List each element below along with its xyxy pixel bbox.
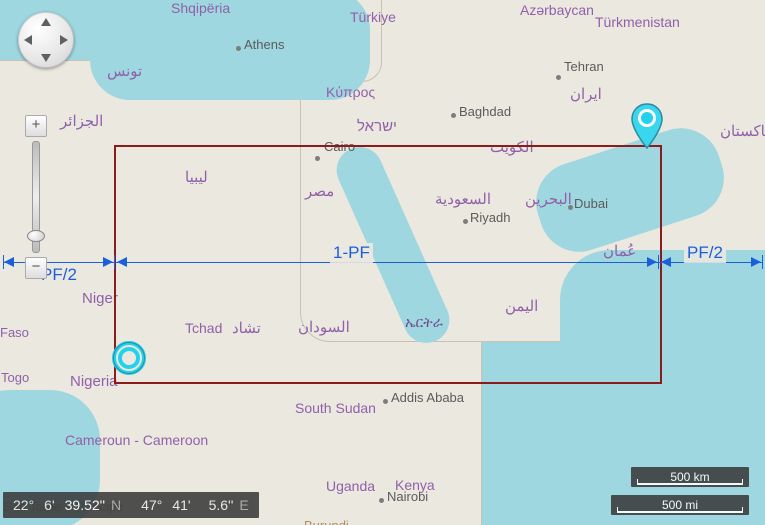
arrow-right-seg1 bbox=[103, 257, 113, 267]
arrow-left-seg3 bbox=[661, 257, 671, 267]
arrow-right-seg2 bbox=[647, 257, 657, 267]
lon-deg: 47° bbox=[141, 497, 162, 513]
pan-east-icon[interactable] bbox=[60, 35, 68, 45]
zoom-track[interactable] bbox=[32, 141, 40, 253]
lat-hemi: N bbox=[111, 497, 121, 513]
padding-bbox bbox=[114, 145, 662, 384]
zoom-in-button[interactable]: + bbox=[25, 115, 47, 137]
pan-west-icon[interactable] bbox=[24, 35, 32, 45]
lat-min: 6' bbox=[44, 497, 54, 513]
zoom-thumb[interactable] bbox=[27, 230, 45, 242]
ring-icon bbox=[111, 340, 147, 376]
med-sea bbox=[90, 0, 370, 100]
city-dot-athens bbox=[236, 46, 241, 51]
scalebar-km-label: 500 km bbox=[670, 470, 709, 484]
zoom-control: + − bbox=[25, 115, 47, 279]
measure-label-right: PF/2 bbox=[684, 243, 726, 263]
arrow-left-outer bbox=[4, 257, 14, 267]
arrow-left-seg2 bbox=[117, 257, 127, 267]
pan-south-icon[interactable] bbox=[41, 54, 51, 62]
map-marker-ne[interactable] bbox=[630, 103, 664, 149]
scalebar-mi-label: 500 mi bbox=[662, 498, 698, 512]
measure-tick-right-box bbox=[658, 255, 659, 269]
lon-min: 41' bbox=[172, 497, 190, 513]
zoom-out-button[interactable]: − bbox=[25, 257, 47, 279]
map-viewport[interactable]: Shqipëria Türkiye Azərbaycan Türkmenista… bbox=[0, 0, 765, 525]
coordinate-readout: 22° 6' 39.52'' N 47° 41' 5.6'' E bbox=[3, 492, 259, 518]
city-dot-baghdad bbox=[451, 113, 456, 118]
measure-label-mid: 1-PF bbox=[330, 243, 373, 263]
city-dot-tehran bbox=[556, 75, 561, 80]
lat-sec: 39.52'' bbox=[65, 497, 105, 513]
map-marker-sw[interactable] bbox=[111, 340, 147, 376]
region-burundi: Burundi bbox=[304, 518, 349, 525]
city-dot-nairobi bbox=[379, 498, 384, 503]
city-dot-addis bbox=[383, 399, 388, 404]
scalebar-km: 500 km bbox=[631, 467, 749, 487]
scalebar-mi: 500 mi bbox=[611, 495, 749, 515]
measure-tick-left-box bbox=[114, 255, 115, 269]
lon-sec: 5.6'' bbox=[209, 497, 234, 513]
pan-control[interactable] bbox=[18, 12, 74, 68]
pin-icon bbox=[630, 103, 664, 149]
lat-deg: 22° bbox=[13, 497, 34, 513]
lon-hemi: E bbox=[239, 497, 248, 513]
measure-tick-end bbox=[762, 255, 763, 269]
pan-north-icon[interactable] bbox=[41, 18, 51, 26]
arrow-right-outer bbox=[751, 257, 761, 267]
